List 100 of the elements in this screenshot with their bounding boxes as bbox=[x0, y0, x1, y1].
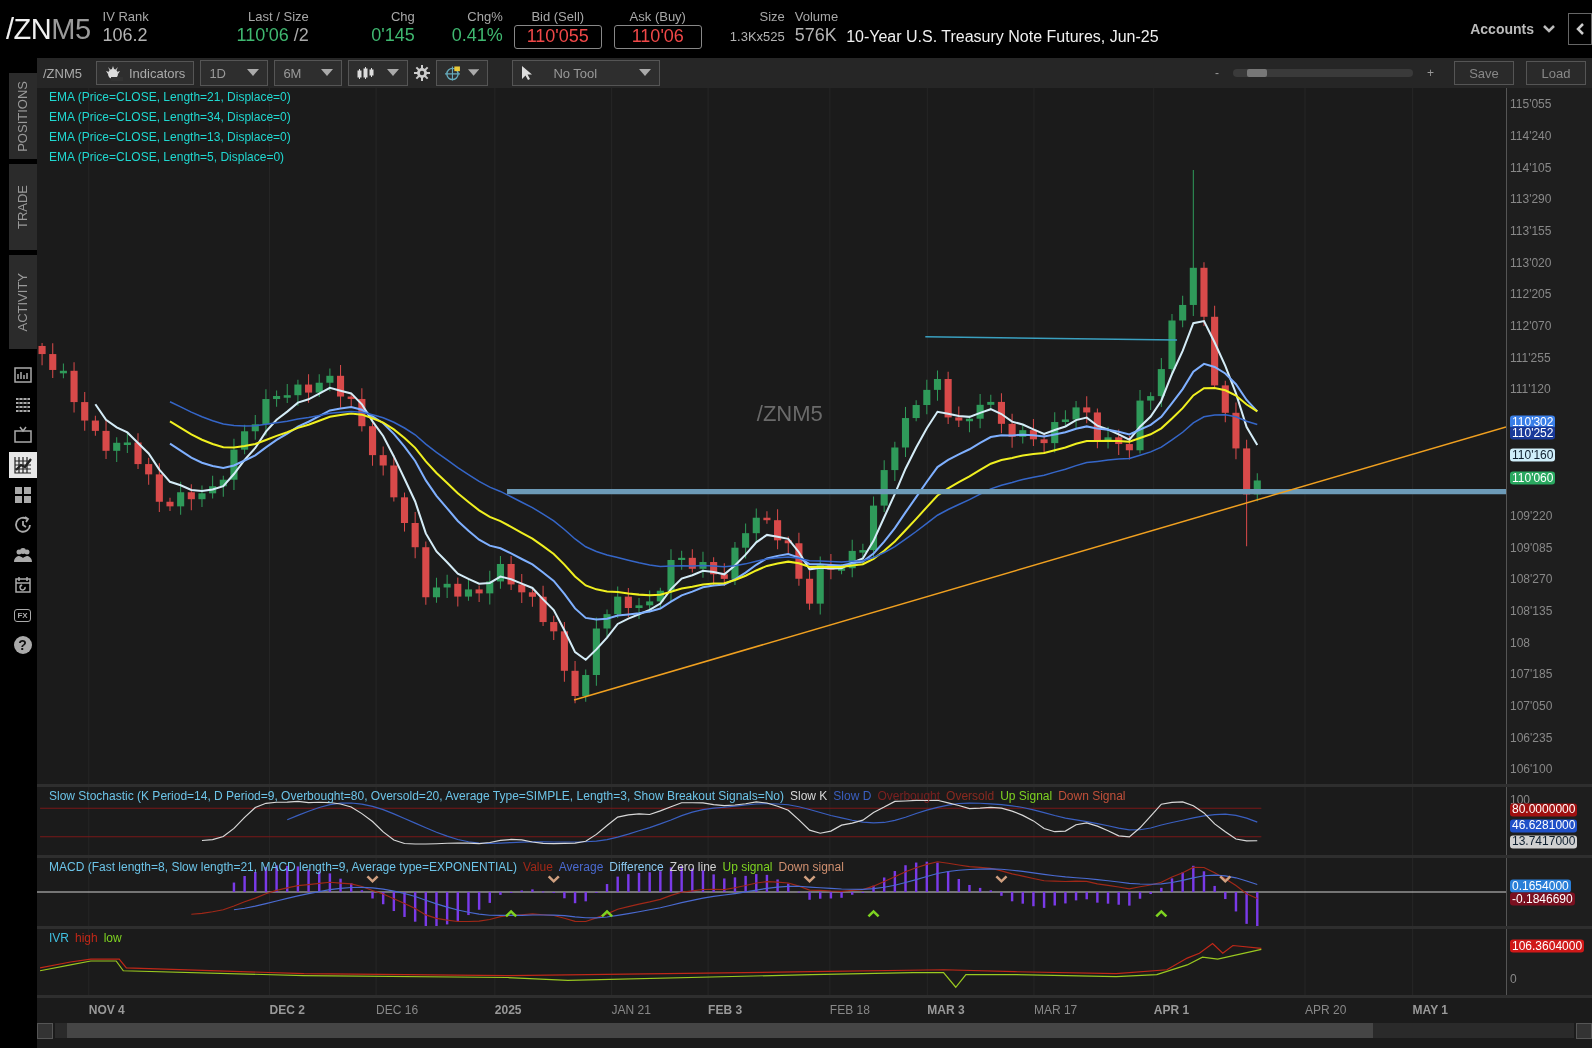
legend-item: Slow D bbox=[833, 789, 872, 803]
price-label: 112'205 bbox=[1510, 287, 1552, 301]
price-label: 108'270 bbox=[1510, 572, 1553, 586]
price-label: 107'050 bbox=[1510, 699, 1553, 713]
date-label: FEB 18 bbox=[829, 1003, 870, 1017]
accounts-dropdown[interactable]: Accounts bbox=[1470, 21, 1556, 37]
chart-style-dropdown[interactable] bbox=[348, 60, 409, 86]
drawing-tool-dropdown[interactable]: No Tool bbox=[512, 60, 661, 86]
help-button[interactable]: ? bbox=[8, 632, 37, 658]
crosshair-icon bbox=[445, 65, 463, 81]
study-label: EMA (Price=CLOSE, Length=5, Displace=0) bbox=[49, 150, 286, 164]
chevron-left-icon bbox=[1575, 22, 1585, 36]
calendar-icon bbox=[12, 575, 33, 595]
price-badge: 110'060 bbox=[1510, 471, 1556, 485]
date-label: 2025 bbox=[494, 1003, 522, 1017]
quote-value: 110'06 /2 bbox=[236, 25, 309, 46]
date-label: APR 1 bbox=[1153, 1003, 1190, 1017]
legend-item: Up Signal bbox=[1000, 789, 1053, 803]
date-label: DEC 2 bbox=[269, 1003, 305, 1017]
legend-item: Down Signal bbox=[1058, 789, 1126, 803]
signal-chevron bbox=[505, 909, 518, 918]
side-tab[interactable]: TRADE bbox=[8, 164, 37, 250]
price-label: 113'290 bbox=[1510, 192, 1552, 206]
signal-chevron bbox=[366, 875, 379, 884]
chevron-down-icon bbox=[1542, 24, 1556, 34]
quote-value: 106.2 bbox=[102, 25, 148, 46]
price-label: 109'085 bbox=[1510, 541, 1553, 555]
people-icon bbox=[12, 545, 33, 565]
caret-icon bbox=[639, 69, 652, 77]
legend-item: Overbought bbox=[877, 789, 941, 803]
quote-value-box[interactable]: 110'06 bbox=[613, 25, 702, 49]
settings-icon[interactable] bbox=[414, 65, 431, 81]
date-label: FEB 3 bbox=[708, 1003, 743, 1017]
legend-item: IVR bbox=[49, 931, 69, 945]
chart-symbol: /ZNM5 bbox=[43, 65, 82, 81]
aggregation-dropdown[interactable]: 1D bbox=[200, 60, 269, 86]
legend-item: Up signal bbox=[722, 860, 773, 874]
study-title: MACD (Fast length=8, Slow length=21, MACD length=9, Average type=EXPONENTIAL) bbox=[49, 860, 517, 874]
legend-item: Zero line bbox=[669, 860, 717, 874]
burst-icon bbox=[105, 65, 123, 81]
drawing-tools-dropdown[interactable] bbox=[436, 60, 489, 86]
quote-value: 576K bbox=[794, 25, 837, 46]
tv-icon bbox=[12, 425, 33, 445]
quote-label: Chg bbox=[390, 9, 415, 24]
legend-item: Average bbox=[558, 860, 604, 874]
price-label: 114'105 bbox=[1510, 161, 1552, 174]
signal-chevron bbox=[803, 875, 816, 884]
side-tab[interactable]: POSITIONS bbox=[8, 73, 37, 159]
quote-label: Ask (Buy) bbox=[629, 9, 686, 24]
price-label: 115'055 bbox=[1510, 97, 1552, 111]
quote-value: 0.41% bbox=[451, 25, 503, 46]
axis-label: 0 bbox=[1510, 972, 1517, 986]
date-label: MAR 17 bbox=[1033, 1003, 1078, 1017]
quote-label: IV Rank bbox=[102, 9, 149, 24]
quote-label: Size bbox=[759, 9, 785, 24]
price-badge: 110'160 bbox=[1510, 448, 1556, 462]
side-tab[interactable]: ACTIVITY bbox=[8, 255, 37, 349]
fx-button[interactable]: FX bbox=[8, 602, 37, 628]
zoom-in-button[interactable]: + bbox=[1419, 66, 1442, 80]
legend-item: high bbox=[75, 931, 98, 945]
caret-icon bbox=[247, 69, 260, 77]
chart-grid-icon bbox=[12, 455, 33, 475]
quote-label: Chg% bbox=[467, 9, 503, 24]
value-badge: 0.1654000 bbox=[1510, 879, 1571, 893]
quote-label: Last / Size bbox=[248, 9, 309, 24]
price-label: 112'070 bbox=[1510, 319, 1552, 333]
date-label: APR 20 bbox=[1305, 1003, 1347, 1017]
price-label: 109'220 bbox=[1510, 509, 1553, 523]
price-label: 113'155 bbox=[1510, 224, 1552, 238]
date-label: MAR 3 bbox=[927, 1003, 965, 1017]
signal-chevron bbox=[995, 875, 1008, 884]
indicators-button[interactable]: Indicators bbox=[96, 61, 195, 85]
legend-item: Oversold bbox=[946, 789, 995, 803]
quote-value-box[interactable]: 110'055 bbox=[513, 25, 602, 49]
zoom-slider[interactable] bbox=[1233, 69, 1413, 77]
chart-icon bbox=[12, 365, 33, 385]
load-button[interactable]: Load bbox=[1526, 61, 1586, 85]
study-label: EMA (Price=CLOSE, Length=13, Displace=0) bbox=[49, 130, 291, 144]
value-badge: 46.6281000 bbox=[1510, 819, 1578, 833]
study-title: Slow Stochastic (K Period=14, D Period=9, Overbought=80, Oversold=20, Average Type=SIMPLE, Length=3, Show Breakout Signals=No) bbox=[49, 789, 784, 803]
date-label: MAY 1 bbox=[1412, 1003, 1448, 1017]
signal-chevron bbox=[867, 909, 880, 918]
price-label: 113'020 bbox=[1510, 256, 1552, 269]
horizontal-scrollbar[interactable] bbox=[55, 1023, 1574, 1038]
signal-chevron bbox=[601, 909, 613, 918]
pointer-icon bbox=[521, 65, 534, 81]
legend-item: low bbox=[103, 931, 122, 945]
collapse-panel-button[interactable] bbox=[1568, 13, 1592, 45]
value-badge: 13.7417000 bbox=[1510, 835, 1578, 849]
value-badge: 106.3604000 bbox=[1510, 939, 1585, 952]
save-button[interactable]: Save bbox=[1454, 61, 1514, 85]
zoom-out-button[interactable]: - bbox=[1207, 66, 1227, 80]
sidebar-tool-button[interactable] bbox=[8, 452, 37, 478]
period-dropdown[interactable]: 6M bbox=[274, 60, 343, 86]
quote-value: 1.3Kx525 bbox=[729, 28, 785, 44]
price-label: 107'185 bbox=[1510, 667, 1553, 681]
signal-chevron bbox=[1155, 909, 1168, 918]
date-label: NOV 4 bbox=[88, 1003, 125, 1017]
grid-icon bbox=[12, 485, 33, 505]
quote-value: 0'145 bbox=[371, 25, 415, 46]
